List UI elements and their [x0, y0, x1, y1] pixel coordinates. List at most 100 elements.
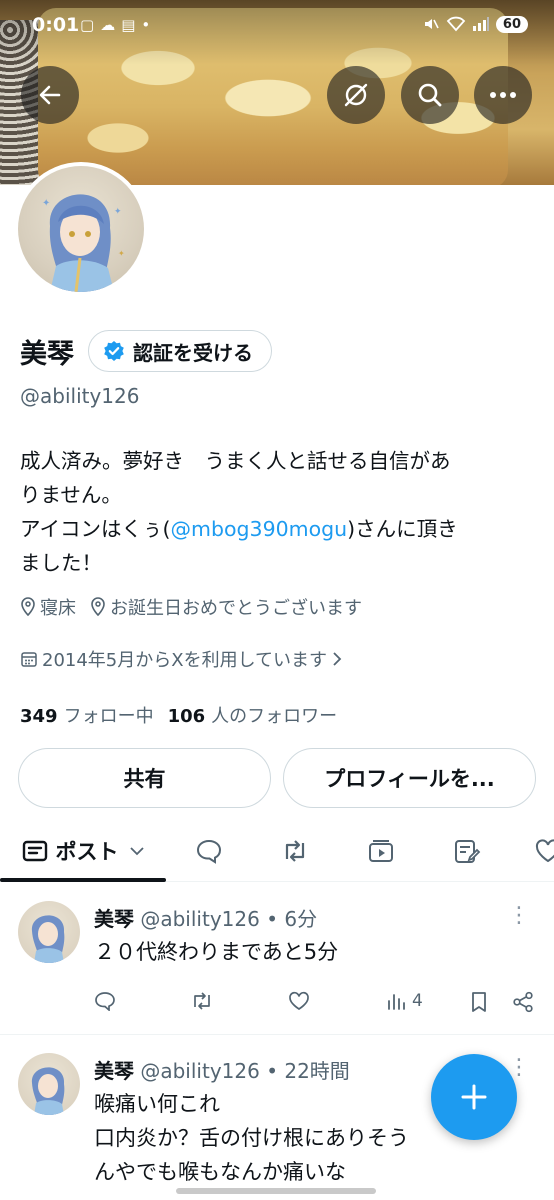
profile-avatar[interactable]: ✦ ✦ ✦ — [14, 162, 148, 296]
following-link[interactable]: 349 フォロー中 — [20, 702, 154, 728]
plus-icon — [461, 1084, 487, 1110]
post-author-handle: @ability126 — [140, 907, 260, 931]
more-button[interactable] — [474, 66, 532, 124]
bio-mention-link[interactable]: @mbog390mogu — [170, 517, 347, 541]
share-post-button[interactable] — [512, 991, 534, 1013]
reply-icon — [95, 992, 115, 1011]
post-separator: • — [266, 907, 285, 931]
birthday-text: お誕生日おめでとうございます — [110, 598, 362, 619]
active-tab-indicator — [0, 878, 166, 882]
post-header: 美琴 @ability126 • 22時間 — [94, 1055, 350, 1084]
bio-line: ました！ — [20, 551, 102, 575]
name-row: 美琴 認証を受ける — [20, 330, 272, 372]
profile-tabs: ポスト — [0, 820, 554, 882]
post-author-name[interactable]: 美琴 — [94, 1059, 134, 1083]
status-bar: 0:01 ▢☁▤• 60 — [0, 0, 554, 54]
post-author-name[interactable]: 美琴 — [94, 907, 134, 931]
share-label: 共有 — [123, 767, 166, 791]
post-author-handle: @ability126 — [140, 1059, 260, 1083]
bookmark-icon — [472, 992, 486, 1012]
follow-counts: 349 フォロー中 106 人のフォロワー — [20, 702, 337, 728]
heart-icon — [289, 991, 309, 1010]
signal-icon — [472, 17, 489, 31]
grok-icon — [344, 83, 368, 107]
post-avatar-illustration — [31, 915, 65, 963]
share-button[interactable]: 共有 — [18, 748, 271, 808]
post-time[interactable]: 6分 — [284, 907, 317, 931]
location-pin-icon — [21, 597, 35, 617]
post-text-line: んやでも喉もなんか痛いな — [94, 1160, 346, 1184]
following-label: フォロー中 — [63, 706, 154, 727]
views-count: 4 — [412, 991, 423, 1011]
bio-line: りません。 — [20, 483, 122, 507]
reply-bubble-icon — [196, 839, 222, 864]
post-text-line: ２０代終わりまであと5分 — [94, 940, 339, 964]
post-more-icon[interactable]: ⋮ — [508, 1057, 530, 1079]
tab-articles[interactable] — [438, 820, 496, 882]
post-text-line: 口内炎か？舌の付け根にありそう — [94, 1126, 409, 1150]
like-button[interactable] — [288, 991, 310, 1011]
joined-row[interactable]: 2014年5月からXを利用しています — [20, 646, 357, 672]
search-icon — [418, 83, 442, 107]
views-chart-icon — [388, 994, 405, 1010]
bio-line: アイコンはくぅ(@mbog390mogu)さんに頂き — [20, 512, 540, 546]
reply-button[interactable] — [94, 991, 116, 1011]
bio-line: 成人済み。夢好き うまく人と話せる自信があ — [20, 449, 451, 473]
profile-handle: @ability126 — [20, 384, 140, 408]
tab-posts[interactable]: ポスト — [0, 820, 166, 882]
verified-badge-icon — [104, 341, 124, 361]
display-name: 美琴 — [20, 338, 74, 370]
post-item[interactable]: 美琴 @ability126 • 6分 ⋮ ２０代終わりまであと5分 4 — [0, 883, 554, 1033]
compose-post-button[interactable] — [431, 1054, 517, 1140]
svg-text:✦: ✦ — [114, 207, 122, 217]
screenshot-icon: ▢ — [80, 16, 101, 34]
edit-profile-button[interactable]: プロフィールを... — [283, 748, 536, 808]
repost-icon — [285, 840, 305, 862]
post-time[interactable]: 22時間 — [284, 1059, 349, 1083]
post-avatar[interactable] — [18, 901, 80, 963]
following-count: 349 — [20, 706, 58, 727]
edit-profile-label: プロフィールを... — [324, 767, 495, 791]
birthday-item: お誕生日おめでとうございます — [90, 594, 362, 620]
joined-item[interactable]: 2014年5月からXを利用しています — [20, 646, 343, 672]
post-avatar-illustration — [31, 1067, 65, 1115]
cloud-icon: ☁ — [100, 16, 122, 34]
get-verified-button[interactable]: 認証を受ける — [88, 330, 272, 372]
battery-indicator: 60 — [495, 15, 528, 33]
calendar-icon: ▤ — [121, 16, 142, 34]
tab-reposts[interactable] — [266, 820, 324, 882]
location-text: 寝床 — [40, 598, 76, 619]
tab-likes[interactable] — [528, 820, 554, 882]
tab-posts-label: ポスト — [55, 840, 119, 864]
grok-button[interactable] — [327, 66, 385, 124]
mute-icon — [424, 19, 439, 29]
chevron-down-icon — [129, 847, 144, 856]
search-button[interactable] — [401, 66, 459, 124]
views-button[interactable]: 4 — [386, 991, 423, 1011]
video-media-icon — [369, 840, 393, 862]
dot-icon: • — [141, 16, 157, 34]
tab-replies[interactable] — [180, 820, 238, 882]
followers-label: 人のフォロワー — [211, 706, 338, 727]
followers-count: 106 — [167, 706, 206, 727]
more-dots-icon — [490, 92, 516, 98]
post-more-icon[interactable]: ⋮ — [508, 905, 530, 927]
profile-meta-row: 寝床 お誕生日おめでとうございます — [20, 594, 376, 620]
followers-link[interactable]: 106 人のフォロワー — [168, 702, 338, 728]
bio-text: アイコンはくぅ( — [20, 517, 171, 541]
post-separator: • — [266, 1059, 285, 1083]
back-button[interactable] — [21, 66, 79, 124]
status-right: 60 — [422, 15, 528, 33]
post-avatar[interactable] — [18, 1053, 80, 1115]
svg-text:✦: ✦ — [118, 249, 125, 258]
home-indicator[interactable] — [176, 1188, 376, 1194]
repost-icon — [194, 992, 210, 1010]
article-edit-icon — [455, 840, 481, 863]
chevron-right-icon — [333, 652, 342, 666]
tab-media[interactable] — [352, 820, 410, 882]
posts-tab-icon — [22, 840, 47, 862]
post-text: ２０代終わりまであと5分 — [94, 935, 494, 969]
bookmark-button[interactable] — [470, 991, 488, 1013]
repost-button[interactable] — [190, 991, 214, 1011]
heart-icon — [535, 839, 554, 863]
